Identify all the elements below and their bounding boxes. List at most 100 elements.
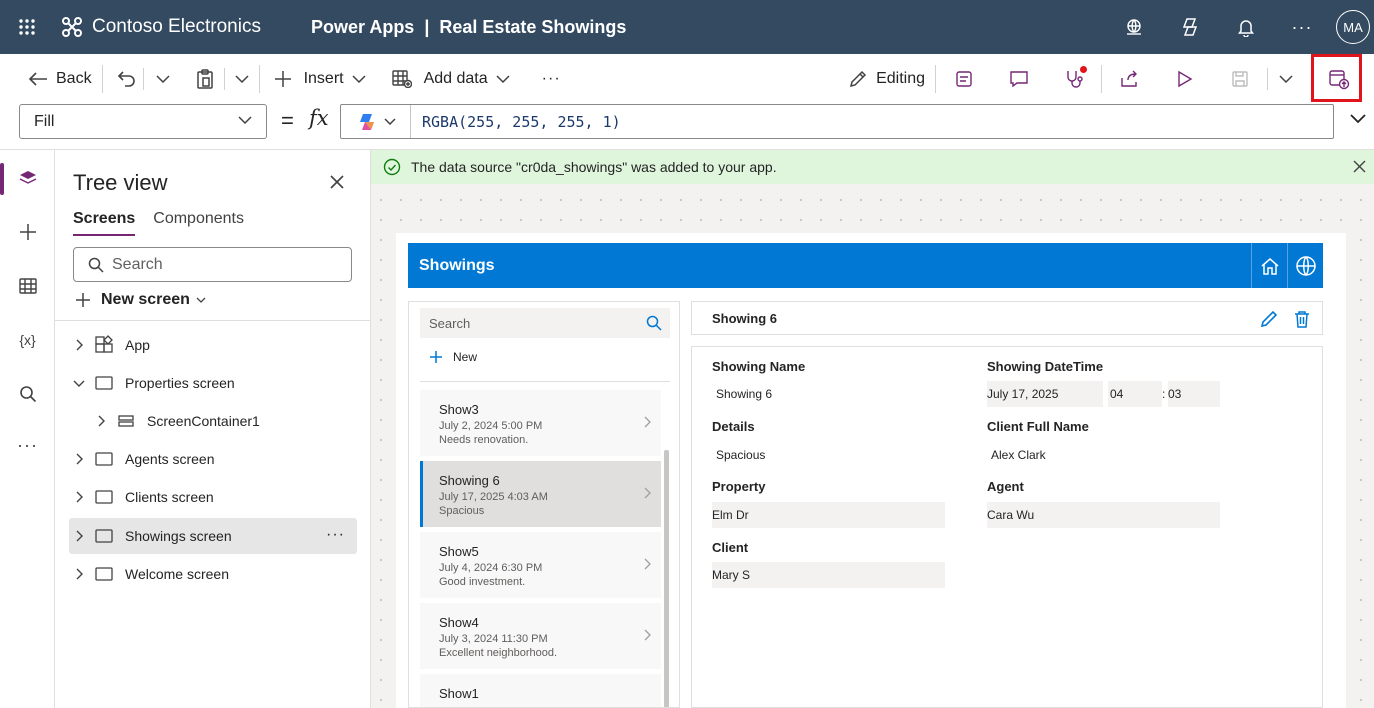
org-brand[interactable]: Contoso Electronics bbox=[60, 15, 261, 39]
list-item[interactable]: Show3 July 2, 2024 5:00 PM Needs renovat… bbox=[420, 390, 661, 456]
item-datetime: July 17, 2025 4:03 AM bbox=[439, 491, 548, 503]
notification-dot bbox=[1080, 66, 1087, 73]
showing-minute-dropdown[interactable]: 03 bbox=[1168, 381, 1220, 407]
insert-button[interactable]: Insert bbox=[260, 54, 376, 104]
plus-icon bbox=[429, 350, 443, 364]
left-rail: {x} ··· bbox=[0, 150, 55, 708]
chevron-right-icon bbox=[69, 491, 89, 503]
editing-label: Editing bbox=[876, 70, 925, 87]
app-title: Power Apps | Real Estate Showings bbox=[311, 17, 626, 38]
tree-node-showings-screen[interactable]: Showings screen ··· bbox=[69, 518, 357, 554]
tree-node-properties-screen[interactable]: Properties screen bbox=[69, 365, 357, 401]
property-combobox[interactable]: Elm Dr bbox=[712, 502, 945, 528]
new-record-button[interactable]: New bbox=[429, 350, 477, 364]
tree-view-rail-button[interactable] bbox=[0, 159, 55, 199]
chevron-down-icon bbox=[69, 380, 89, 387]
showing-hour-dropdown[interactable]: 04 bbox=[1108, 381, 1162, 407]
delete-trash-icon[interactable] bbox=[1294, 310, 1310, 328]
list-item[interactable]: Show1 bbox=[420, 674, 661, 707]
app-name: Real Estate Showings bbox=[439, 16, 627, 37]
more-commands-button[interactable]: ··· bbox=[520, 54, 571, 104]
formula-text: RGBA(255, 255, 255, 1) bbox=[422, 112, 621, 131]
app-launcher-icon[interactable] bbox=[0, 0, 54, 54]
item-title: Show1 bbox=[439, 686, 479, 701]
client-full-name-label: Client Full Name bbox=[987, 419, 1089, 434]
user-avatar[interactable]: MA bbox=[1336, 10, 1370, 44]
expand-formula-chevron-icon[interactable] bbox=[1350, 114, 1366, 123]
agent-combobox[interactable]: Cara Wu bbox=[987, 502, 1220, 528]
tree-search-input[interactable]: Search bbox=[73, 247, 352, 282]
design-canvas[interactable]: The data source "cr0da_showings" was add… bbox=[371, 150, 1374, 708]
tree-node-agents-screen[interactable]: Agents screen bbox=[69, 441, 357, 477]
share-button[interactable] bbox=[1102, 54, 1157, 104]
list-scrollbar[interactable] bbox=[664, 450, 669, 707]
settings-more-button[interactable]: ··· bbox=[1274, 0, 1330, 54]
list-item[interactable]: Show5 July 4, 2024 6:30 PM Good investme… bbox=[420, 532, 661, 598]
health-check-button[interactable] bbox=[1046, 54, 1101, 104]
copilot-icon[interactable] bbox=[1162, 0, 1218, 54]
search-rail-button[interactable] bbox=[0, 374, 55, 414]
back-button[interactable]: Back bbox=[0, 54, 102, 104]
showing-date-picker[interactable]: July 17, 2025 bbox=[987, 381, 1103, 407]
close-icon[interactable] bbox=[329, 174, 345, 190]
more-label: ··· bbox=[541, 70, 561, 87]
data-rail-button[interactable] bbox=[0, 266, 55, 306]
item-title: Show3 bbox=[439, 402, 479, 417]
node-more-button[interactable]: ··· bbox=[326, 526, 345, 544]
editing-mode-button[interactable]: Editing bbox=[838, 54, 935, 104]
node-label: Clients screen bbox=[125, 489, 214, 505]
paste-dropdown-button[interactable] bbox=[225, 54, 259, 104]
list-item-selected[interactable]: Showing 6 July 17, 2025 4:03 AM Spacious bbox=[420, 461, 661, 527]
notifications-bell-icon[interactable] bbox=[1218, 0, 1274, 54]
tab-screens[interactable]: Screens bbox=[73, 210, 136, 236]
list-search-input[interactable]: Search bbox=[420, 308, 670, 338]
app-checker-button[interactable] bbox=[936, 54, 991, 104]
globe-icon[interactable] bbox=[1287, 243, 1323, 288]
layers-icon bbox=[19, 170, 37, 188]
item-details: Spacious bbox=[439, 505, 485, 517]
checkmark-circle-icon bbox=[383, 158, 401, 176]
tree-node-app[interactable]: App bbox=[69, 327, 357, 363]
notes-icon bbox=[955, 70, 973, 88]
divider bbox=[55, 320, 371, 321]
variables-rail-button[interactable]: {x} bbox=[0, 320, 55, 360]
list-item[interactable]: Show4 July 3, 2024 11:30 PM Excellent ne… bbox=[420, 603, 661, 669]
more-rail-button[interactable]: ··· bbox=[0, 425, 55, 465]
tree-node-screencontainer1[interactable]: ScreenContainer1 bbox=[69, 403, 357, 439]
copilot-icon bbox=[356, 111, 378, 133]
comments-button[interactable] bbox=[991, 54, 1046, 104]
add-data-button[interactable]: Add data bbox=[376, 54, 520, 104]
tree-node-welcome-screen[interactable]: Welcome screen bbox=[69, 556, 357, 592]
close-icon[interactable] bbox=[1353, 160, 1366, 173]
environment-icon[interactable] bbox=[1106, 0, 1162, 54]
chevron-right-icon bbox=[644, 487, 651, 499]
new-label: New bbox=[453, 350, 478, 364]
save-button[interactable] bbox=[1212, 54, 1267, 104]
more-label: ··· bbox=[17, 434, 38, 455]
item-details: Good investment. bbox=[439, 576, 526, 588]
home-icon[interactable] bbox=[1251, 243, 1287, 288]
details-value[interactable]: Spacious bbox=[712, 442, 945, 468]
screen-icon bbox=[89, 528, 119, 544]
item-datetime: July 4, 2024 6:30 PM bbox=[439, 562, 543, 574]
tab-components[interactable]: Components bbox=[153, 210, 244, 236]
edit-pencil-icon[interactable] bbox=[1260, 310, 1278, 328]
undo-button[interactable] bbox=[103, 54, 143, 104]
property-dropdown[interactable]: Fill bbox=[19, 104, 267, 139]
save-dropdown-button[interactable] bbox=[1268, 54, 1304, 104]
showing-datetime-label: Showing DateTime bbox=[987, 359, 1104, 374]
formula-input[interactable]: RGBA(255, 255, 255, 1) bbox=[340, 104, 1334, 139]
chevron-right-icon bbox=[644, 558, 651, 570]
app-header-bar: Showings bbox=[408, 243, 1323, 288]
copilot-formula-button[interactable] bbox=[341, 105, 411, 138]
undo-dropdown-button[interactable] bbox=[144, 54, 182, 104]
paste-button[interactable] bbox=[182, 54, 224, 104]
client-combobox[interactable]: Mary S bbox=[712, 562, 945, 588]
tree-node-clients-screen[interactable]: Clients screen bbox=[69, 479, 357, 515]
client-full-name-value[interactable]: Alex Clark bbox=[987, 442, 1220, 468]
new-screen-button[interactable]: New screen bbox=[75, 291, 206, 309]
insert-rail-button[interactable] bbox=[0, 212, 55, 252]
chevron-right-icon bbox=[644, 629, 651, 641]
preview-play-button[interactable] bbox=[1157, 54, 1212, 104]
showing-name-value[interactable]: Showing 6 bbox=[712, 381, 945, 407]
